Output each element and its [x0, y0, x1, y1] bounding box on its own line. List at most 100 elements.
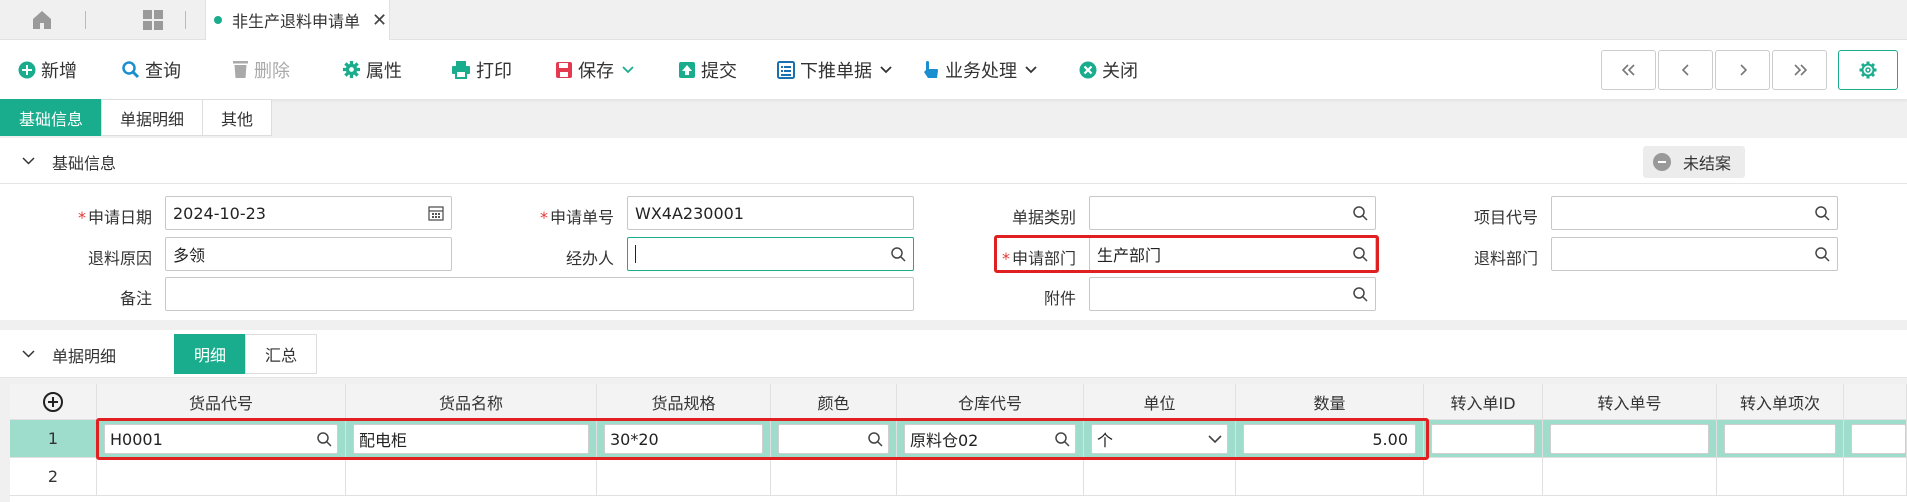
tab-detail-list[interactable]: 明细: [174, 334, 246, 374]
unit-select[interactable]: 个: [1091, 424, 1228, 454]
goods-name-input[interactable]: 配电柜: [353, 424, 589, 454]
chevron-down-icon[interactable]: [1208, 435, 1222, 444]
grid-cell[interactable]: [97, 458, 346, 496]
extra-cell[interactable]: [1844, 420, 1907, 458]
source-no-input[interactable]: [1550, 424, 1709, 454]
add-row-cell[interactable]: [10, 384, 97, 420]
grid-cell[interactable]: [1236, 458, 1424, 496]
column-header[interactable]: 转入单项次: [1717, 384, 1844, 420]
column-header[interactable]: 数量: [1236, 384, 1424, 420]
grid-cell[interactable]: [1424, 458, 1543, 496]
grid-cell[interactable]: [1717, 458, 1844, 496]
tab-summary[interactable]: 汇总: [245, 334, 317, 374]
column-header[interactable]: 货品代号: [97, 384, 346, 420]
search-icon[interactable]: [1352, 286, 1368, 302]
apply-no-field[interactable]: WX4A230001: [627, 196, 914, 230]
project-code-field[interactable]: [1551, 196, 1838, 230]
home-icon[interactable]: [30, 8, 54, 32]
warehouse-input[interactable]: 原料仓02: [904, 424, 1076, 454]
source-id-input[interactable]: [1431, 424, 1535, 454]
quantity-input[interactable]: 5.00: [1243, 424, 1416, 454]
doc-type-field[interactable]: [1089, 196, 1376, 230]
source-item-cell[interactable]: [1717, 420, 1844, 458]
print-button[interactable]: 打印: [451, 40, 512, 99]
grid-cell[interactable]: [346, 458, 597, 496]
chevron-down-icon[interactable]: [22, 157, 35, 165]
push-down-button[interactable]: 下推单据: [777, 40, 897, 99]
properties-button[interactable]: 属性: [342, 40, 402, 99]
chevron-down-icon[interactable]: [622, 65, 634, 74]
calendar-icon[interactable]: [428, 205, 444, 221]
section-title: 单据明细: [52, 347, 117, 366]
goods-name-cell[interactable]: 配电柜: [346, 420, 597, 458]
goods-code-cell[interactable]: H0001: [97, 420, 346, 458]
warehouse-cell[interactable]: 原料仓02: [897, 420, 1084, 458]
plus-circle-icon[interactable]: [43, 391, 63, 412]
search-icon[interactable]: [1352, 246, 1368, 262]
column-header[interactable]: 单位: [1084, 384, 1236, 420]
tab-other[interactable]: 其他: [202, 99, 273, 136]
grid-cell[interactable]: [1084, 458, 1236, 496]
grid-cell[interactable]: [597, 458, 771, 496]
settings-button[interactable]: [1838, 50, 1898, 90]
query-button[interactable]: 查询: [121, 40, 181, 99]
source-item-input[interactable]: [1724, 424, 1836, 454]
grid-cell[interactable]: [897, 458, 1084, 496]
search-icon[interactable]: [1352, 205, 1368, 221]
column-header[interactable]: 货品名称: [346, 384, 597, 420]
quantity-cell[interactable]: 5.00: [1236, 420, 1424, 458]
column-header[interactable]: 转入单号: [1543, 384, 1717, 420]
column-header[interactable]: 仓库代号: [897, 384, 1084, 420]
source-no-cell[interactable]: [1543, 420, 1717, 458]
search-icon[interactable]: [1814, 246, 1830, 262]
new-button[interactable]: 新增: [18, 40, 77, 99]
column-header[interactable]: 货品规格: [597, 384, 771, 420]
first-record-button[interactable]: [1601, 50, 1656, 90]
search-icon[interactable]: [1054, 431, 1070, 447]
table-row[interactable]: 1 H0001 配电柜 30*20 原料仓02 个 5.00: [10, 420, 1907, 458]
search-icon[interactable]: [890, 246, 906, 262]
color-input[interactable]: [778, 424, 889, 454]
return-dept-field[interactable]: [1551, 237, 1838, 271]
chevron-down-icon[interactable]: [22, 350, 35, 358]
reason-field[interactable]: 多领: [165, 237, 452, 271]
close-tab-icon[interactable]: ✕: [372, 10, 387, 31]
grid-cell[interactable]: [1543, 458, 1717, 496]
search-icon[interactable]: [1814, 205, 1830, 221]
attachment-field[interactable]: [1089, 277, 1376, 311]
source-id-cell[interactable]: [1424, 420, 1543, 458]
color-cell[interactable]: [771, 420, 897, 458]
prev-record-button[interactable]: [1658, 50, 1713, 90]
save-button[interactable]: 保存: [555, 40, 639, 99]
apply-date-field[interactable]: 2024-10-23: [165, 196, 452, 230]
tab-basic-info[interactable]: 基础信息: [0, 99, 103, 136]
double-chevron-left-icon: [1621, 64, 1635, 76]
table-row[interactable]: 2: [10, 458, 1907, 496]
delete-button[interactable]: 删除: [232, 40, 290, 99]
handler-field[interactable]: [627, 237, 914, 271]
column-header[interactable]: 颜色: [771, 384, 897, 420]
goods-code-input[interactable]: H0001: [104, 424, 338, 454]
search-icon[interactable]: [867, 431, 883, 447]
goods-spec-input[interactable]: 30*20: [604, 424, 763, 454]
column-header[interactable]: 转入单ID: [1424, 384, 1543, 420]
chevron-down-icon[interactable]: [880, 65, 892, 74]
extra-input[interactable]: [1851, 424, 1906, 454]
remark-field[interactable]: [165, 277, 914, 311]
tab-current-document[interactable]: 非生产退料申请单 ✕: [205, 0, 390, 40]
business-button[interactable]: 业务处理: [922, 40, 1042, 99]
grid-cell[interactable]: [771, 458, 897, 496]
submit-button[interactable]: 提交: [678, 40, 737, 99]
next-record-button[interactable]: [1715, 50, 1770, 90]
unit-cell[interactable]: 个: [1084, 420, 1236, 458]
chevron-down-icon[interactable]: [1025, 65, 1037, 74]
tab-detail[interactable]: 单据明细: [101, 99, 204, 136]
dept-field[interactable]: 生产部门: [1089, 237, 1376, 271]
goods-spec-cell[interactable]: 30*20: [597, 420, 771, 458]
last-record-button[interactable]: [1772, 50, 1827, 90]
basic-info-header[interactable]: 基础信息 未结案: [0, 138, 1907, 184]
close-button[interactable]: 关闭: [1079, 40, 1138, 99]
grid-cell[interactable]: [1844, 458, 1907, 496]
apps-grid-icon[interactable]: [142, 9, 164, 31]
search-icon[interactable]: [316, 431, 332, 447]
